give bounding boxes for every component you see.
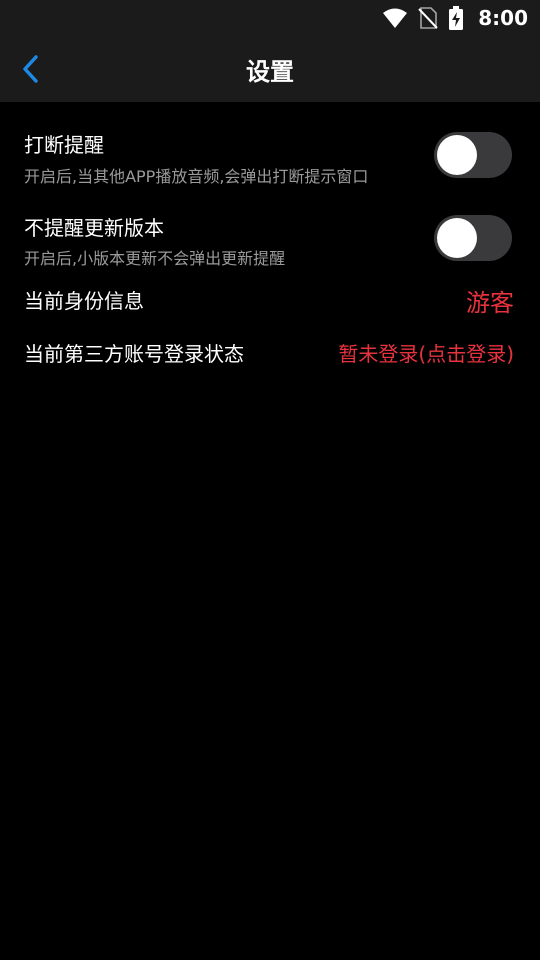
chevron-left-icon — [23, 55, 38, 83]
page-title: 设置 — [246, 57, 294, 86]
interrupt-reminder-subtitle: 开启后,当其他APP播放音频,会弹出打断提示窗口 — [24, 167, 369, 186]
battery-charging-icon — [449, 6, 464, 30]
update-reminder-toggle[interactable] — [434, 215, 512, 261]
status-icons: 8:00 — [382, 0, 528, 36]
update-reminder-title: 不提醒更新版本 — [24, 216, 164, 240]
toggle-knob — [437, 218, 477, 258]
identity-value[interactable]: 游客 — [466, 283, 514, 318]
app-bar: 设置 — [0, 36, 540, 102]
wifi-icon — [383, 8, 408, 28]
no-sim-icon — [418, 7, 438, 29]
update-reminder-subtitle: 开启后,小版本更新不会弹出更新提醒 — [24, 249, 286, 268]
back-button[interactable] — [10, 48, 52, 90]
toggle-knob — [437, 135, 477, 175]
third-party-login-label: 当前第三方账号登录状态 — [24, 342, 244, 366]
third-party-login-value[interactable]: 暂未登录(点击登录) — [338, 338, 514, 367]
interrupt-reminder-title: 打断提醒 — [24, 133, 104, 157]
status-time: 8:00 — [478, 6, 528, 30]
interrupt-reminder-row: 打断提醒 开启后,当其他APP播放音频,会弹出打断提示窗口 — [0, 125, 540, 193]
update-reminder-row: 不提醒更新版本 开启后,小版本更新不会弹出更新提醒 — [0, 208, 540, 276]
third-party-login-row: 当前第三方账号登录状态 暂未登录(点击登录) — [0, 334, 540, 374]
interrupt-reminder-toggle[interactable] — [434, 132, 512, 178]
status-bar: 8:00 — [0, 0, 540, 36]
identity-row: 当前身份信息 游客 — [0, 280, 540, 320]
identity-label: 当前身份信息 — [24, 289, 144, 313]
